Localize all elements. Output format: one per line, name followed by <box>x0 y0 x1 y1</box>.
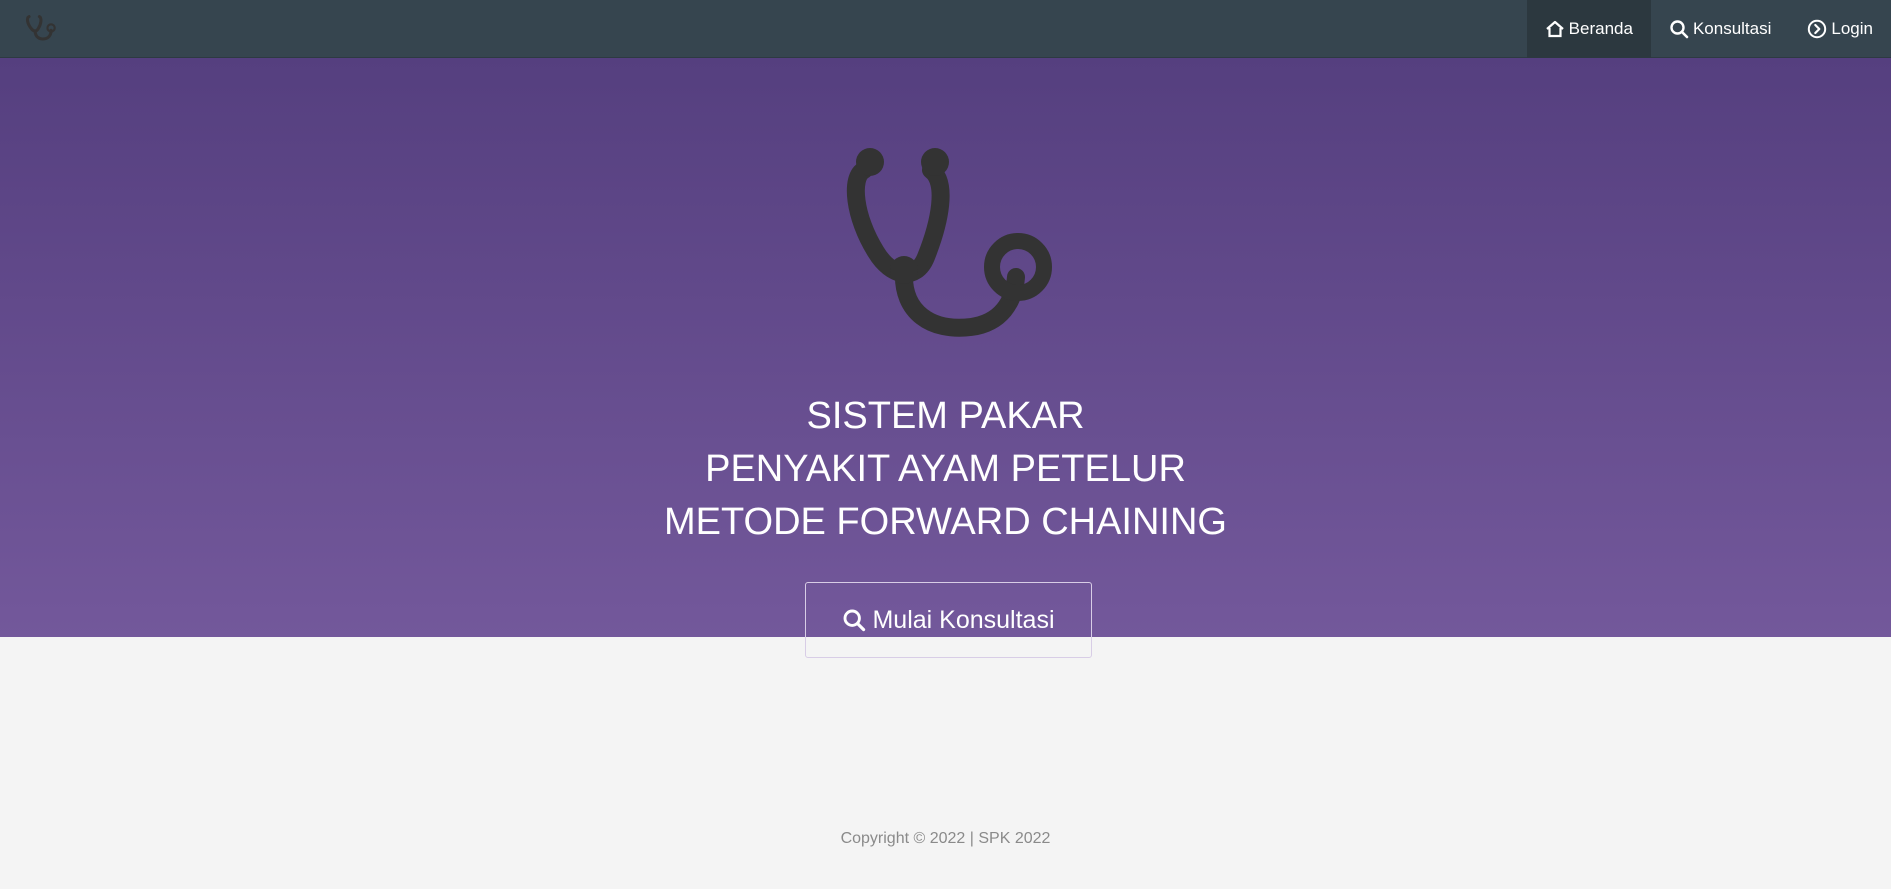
home-icon <box>1545 20 1564 38</box>
top-navbar: Beranda Konsultasi Login <box>0 0 1891 58</box>
start-consultation-label: Mulai Konsultasi <box>872 605 1055 634</box>
start-consultation-button[interactable]: Mulai Konsultasi <box>805 582 1092 658</box>
nav-menu: Beranda Konsultasi Login <box>1526 0 1891 58</box>
footer: Copyright © 2022 | SPK 2022 <box>0 830 1891 848</box>
nav-beranda-label: Beranda <box>1568 19 1633 38</box>
nav-konsultasi[interactable]: Konsultasi <box>1651 0 1789 58</box>
hero-title: SISTEM PAKAR PENYAKIT AYAM PETELUR METOD… <box>0 390 1891 549</box>
hero-section: SISTEM PAKAR PENYAKIT AYAM PETELUR METOD… <box>0 58 1891 658</box>
hero-title-line: METODE FORWARD CHAINING <box>664 501 1227 543</box>
nav-beranda[interactable]: Beranda <box>1526 0 1651 58</box>
stethoscope-icon <box>846 148 1052 337</box>
hero-title-line: PENYAKIT AYAM PETELUR <box>705 448 1186 490</box>
copyright-text: Copyright © 2022 | SPK 2022 <box>840 830 1051 847</box>
chevron-circle-right-icon <box>1808 19 1827 39</box>
nav-login-label: Login <box>1831 19 1873 38</box>
nav-login[interactable]: Login <box>1789 0 1891 58</box>
search-icon <box>844 609 866 632</box>
brand-stethoscope-icon[interactable] <box>18 12 62 46</box>
search-icon <box>1670 20 1689 39</box>
hero-title-line: SISTEM PAKAR <box>806 395 1085 437</box>
nav-konsultasi-label: Konsultasi <box>1692 19 1772 38</box>
